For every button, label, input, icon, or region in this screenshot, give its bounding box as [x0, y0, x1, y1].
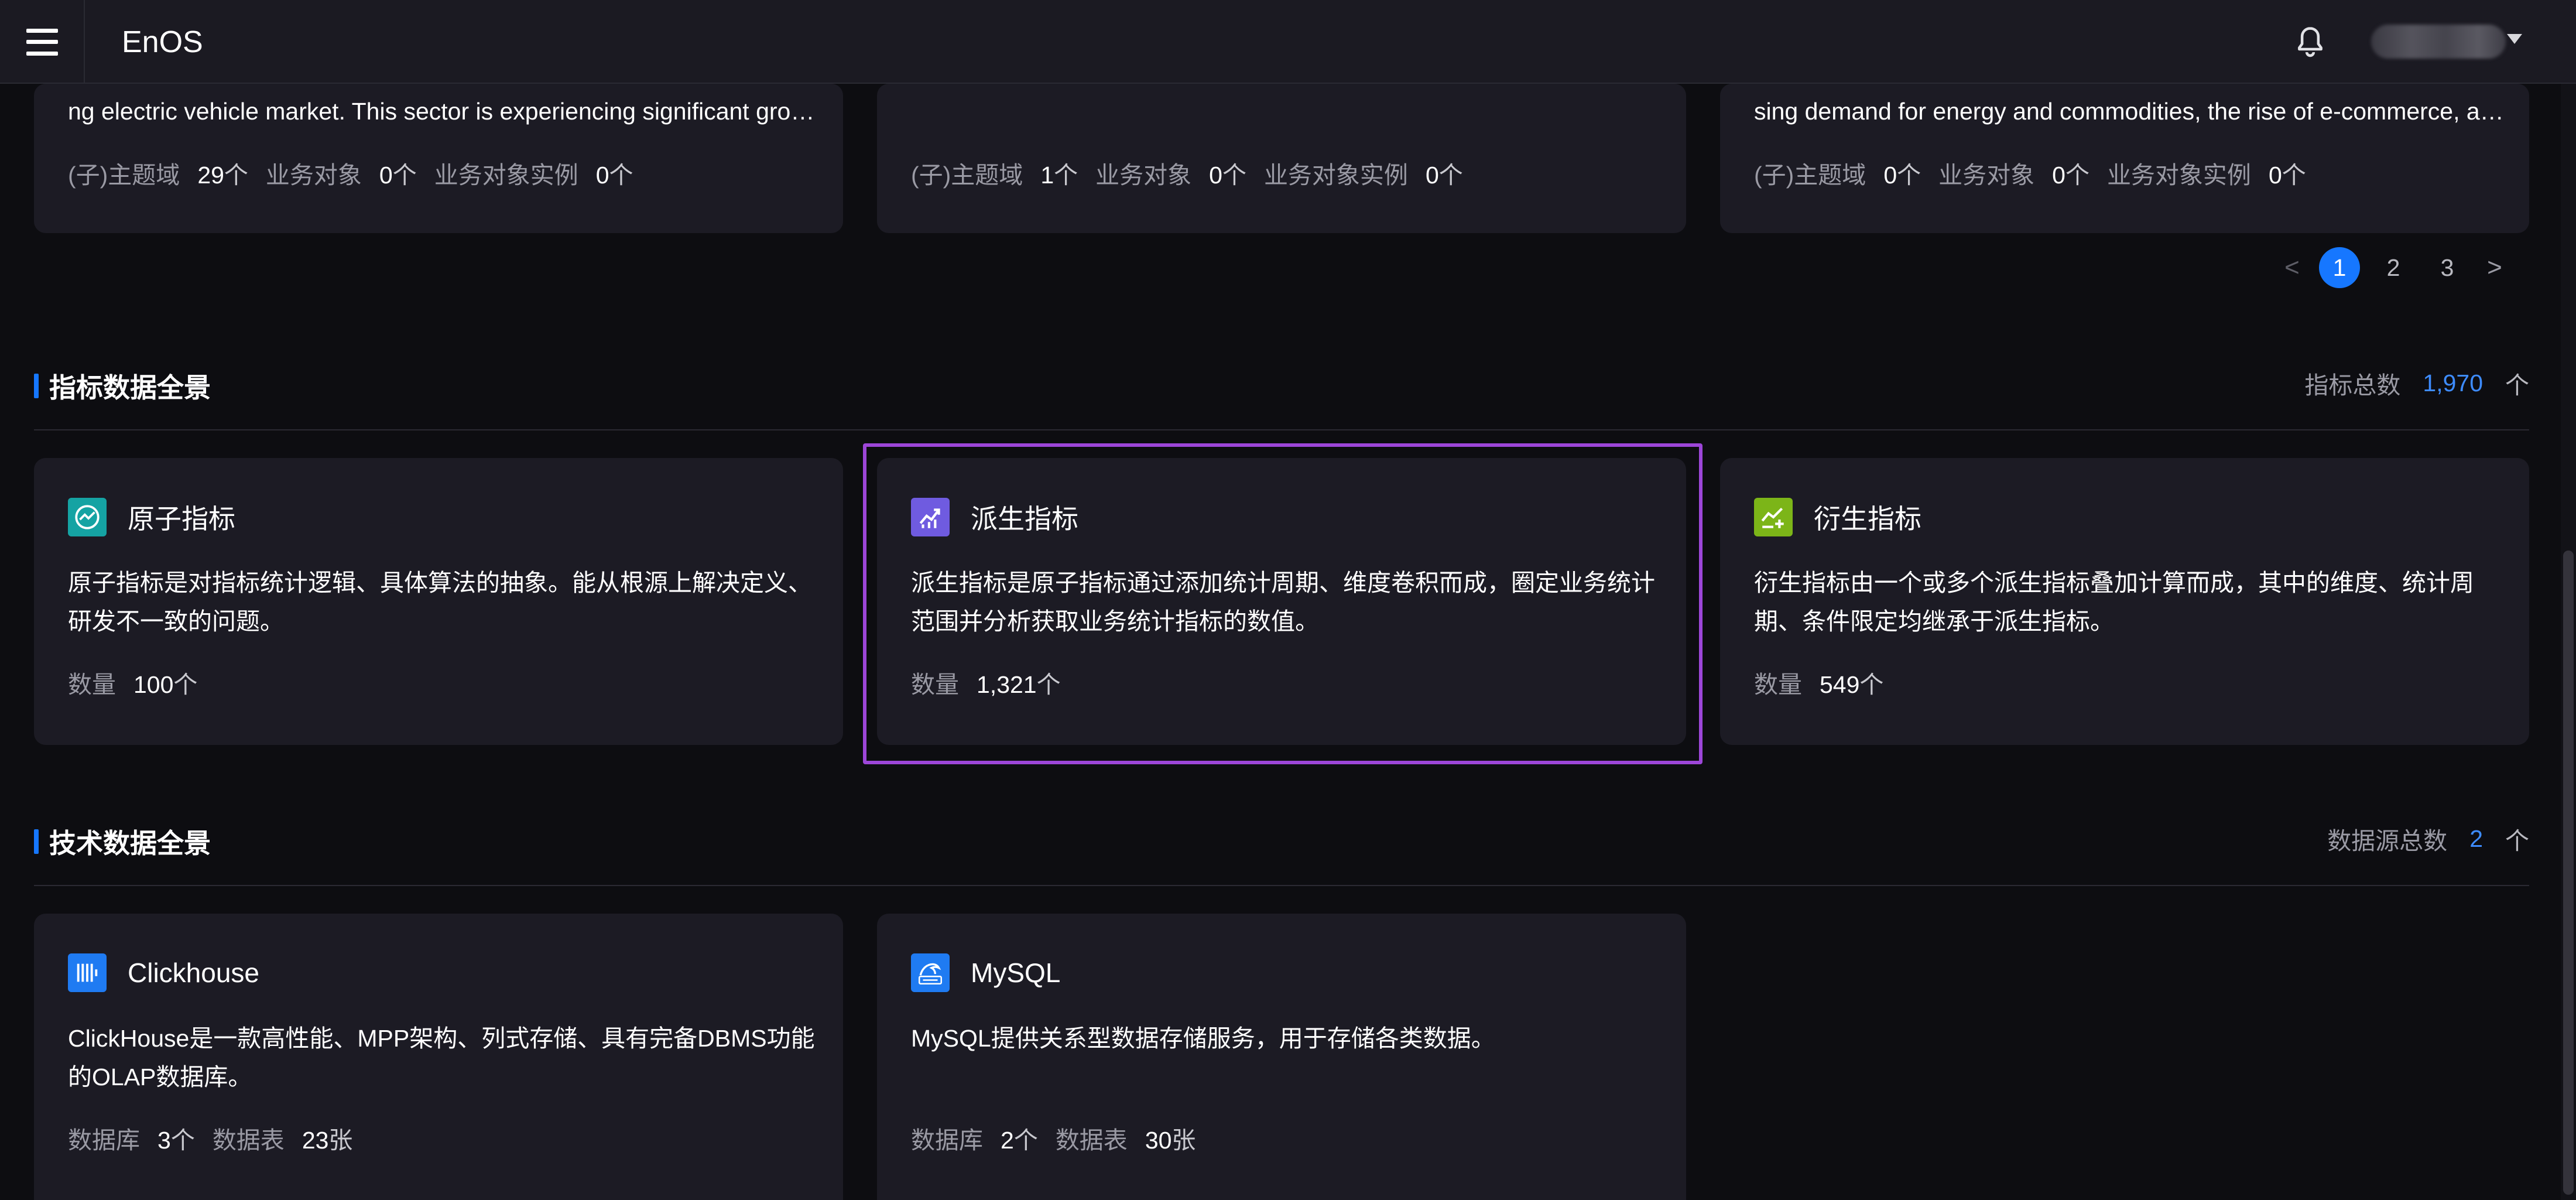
- business-domain-stats: (子)主题域 29个 业务对象 0个 业务对象实例 0个: [68, 162, 633, 189]
- metrics-total: 指标总数 1,970 个: [2304, 365, 2529, 401]
- tech-section-header: 技术数据全景: [34, 822, 211, 861]
- datasource-card-stats: 数据库 2个 数据表 30张: [911, 1127, 1196, 1154]
- business-domain-stats: (子)主题域 1个 业务对象 0个 业务对象实例 0个: [911, 162, 1463, 189]
- section-divider: [34, 429, 2529, 430]
- tech-section-title: 技术数据全景: [49, 828, 211, 859]
- section-accent-bar: [34, 829, 39, 854]
- datasource-card-title: MySQL: [971, 958, 1061, 988]
- mysql-icon: [911, 953, 950, 992]
- metrics-total-label: 指标总数: [2304, 372, 2401, 399]
- datasource-card-description: MySQL提供关系型数据存储服务，用于存储各类数据。: [911, 1025, 1495, 1052]
- growth-chart-icon: [911, 498, 950, 536]
- atomic-metric-card[interactable]: 原子指标 原子指标是对指标统计逻辑、具体算法的抽象。能从根源上解决定义、研发不一…: [34, 458, 843, 745]
- mysql-datasource-card[interactable]: MySQL MySQL提供关系型数据存储服务，用于存储各类数据。 数据库 2个 数据…: [877, 914, 1686, 1200]
- metric-card-title: 派生指标: [971, 504, 1078, 534]
- business-domain-description: sing demand for energy and commodities, …: [1754, 98, 2504, 125]
- datasource-card-description: ClickHouse是一款高性能、MPP架构、列式存储、具有完备DBMS功能的O…: [68, 1025, 815, 1090]
- trend-line-icon: [68, 498, 107, 536]
- metric-card-description: 衍生指标由一个或多个派生指标叠加计算而成，其中的维度、统计周期、条件限定均继承于…: [1754, 569, 2474, 635]
- metric-card-description: 原子指标是对指标统计逻辑、具体算法的抽象。能从根源上解决定义、研发不一致的问题。: [68, 569, 812, 635]
- metrics-section-header: 指标数据全景: [34, 367, 211, 405]
- tech-total: 数据源总数 2 个: [2327, 821, 2529, 856]
- top-navigation-bar: EnOS: [0, 0, 2576, 84]
- clickhouse-icon: [68, 953, 107, 992]
- datasource-card-stats: 数据库 3个 数据表 23张: [68, 1127, 353, 1154]
- business-domain-description: ng electric vehicle market. This sector …: [68, 98, 815, 125]
- pagination: < 1 2 3 >: [2272, 247, 2515, 288]
- tech-total-label: 数据源总数: [2327, 828, 2448, 854]
- pagination-next-button[interactable]: >: [2474, 253, 2515, 282]
- tech-total-value: 2: [2469, 825, 2483, 852]
- composite-metric-card[interactable]: 衍生指标 衍生指标由一个或多个派生指标叠加计算而成，其中的维度、统计周期、条件限…: [1720, 458, 2529, 745]
- business-domain-card-1[interactable]: ng electric vehicle market. This sector …: [34, 84, 843, 233]
- clickhouse-datasource-card[interactable]: Clickhouse ClickHouse是一款高性能、MPP架构、列式存储、具…: [34, 914, 843, 1200]
- metric-card-count: 数量 1,321个: [911, 671, 1061, 698]
- section-accent-bar: [34, 374, 39, 398]
- app-title: EnOS: [122, 25, 203, 59]
- tech-total-unit: 个: [2505, 828, 2529, 854]
- pagination-prev-button[interactable]: <: [2272, 253, 2313, 282]
- derived-metric-card[interactable]: 派生指标 派生指标是原子指标通过添加统计周期、维度卷积而成，圈定业务统计范围并分…: [877, 458, 1686, 745]
- business-domain-card-2[interactable]: (子)主题域 1个 业务对象 0个 业务对象实例 0个: [877, 84, 1686, 233]
- metric-card-title: 原子指标: [128, 504, 235, 534]
- metric-card-count: 数量 549个: [1754, 671, 1884, 698]
- page-scrollbar-thumb[interactable]: [2563, 551, 2574, 1195]
- user-avatar[interactable]: [2371, 25, 2506, 59]
- pagination-page-3[interactable]: 3: [2420, 254, 2474, 282]
- pagination-page-2[interactable]: 2: [2366, 254, 2420, 282]
- hamburger-icon: [26, 28, 58, 56]
- notification-bell-icon[interactable]: [2291, 23, 2329, 61]
- metrics-total-value: 1,970: [2423, 369, 2483, 396]
- business-domain-card-3[interactable]: sing demand for energy and commodities, …: [1720, 84, 2529, 233]
- metric-card-title: 衍生指标: [1814, 504, 1921, 534]
- pagination-page-1[interactable]: 1: [2319, 247, 2360, 288]
- chart-plus-icon: [1754, 498, 1793, 536]
- metric-card-count: 数量 100个: [68, 671, 198, 698]
- metrics-total-unit: 个: [2505, 372, 2529, 399]
- menu-toggle-button[interactable]: [0, 0, 85, 84]
- user-menu-caret-icon[interactable]: [2507, 34, 2522, 44]
- section-divider: [34, 885, 2529, 886]
- metric-card-description: 派生指标是原子指标通过添加统计周期、维度卷积而成，圈定业务统计范围并分析获取业务…: [911, 569, 1655, 635]
- metrics-section-title: 指标数据全景: [49, 372, 211, 403]
- business-domain-stats: (子)主题域 0个 业务对象 0个 业务对象实例 0个: [1754, 162, 2306, 189]
- datasource-card-title: Clickhouse: [128, 958, 259, 988]
